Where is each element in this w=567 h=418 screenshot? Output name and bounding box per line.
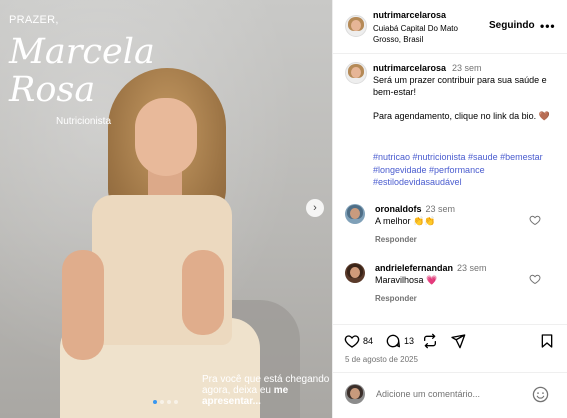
comment-text: Maravilhosa 💗 bbox=[375, 275, 438, 285]
overlay-name: Marcela Rosa bbox=[9, 33, 155, 109]
avatar[interactable] bbox=[345, 15, 367, 37]
comment-item: andrielefernandan 23 sem Maravilhosa 💗 Re… bbox=[333, 263, 567, 323]
heart-icon[interactable] bbox=[344, 333, 360, 349]
add-comment-bar: Adicione um comentário... bbox=[333, 372, 567, 418]
carousel-dot bbox=[167, 400, 171, 404]
comments-section[interactable]: nutrimarcelarosa 23 sem Será um prazer c… bbox=[333, 54, 567, 324]
chevron-right-icon: › bbox=[313, 202, 317, 214]
overlay-name-first: Marcela bbox=[9, 32, 155, 72]
current-user-avatar[interactable] bbox=[345, 384, 365, 404]
emoji-icon[interactable] bbox=[532, 386, 549, 403]
overlay-cta: Pra você que está chegando agora, deixa … bbox=[202, 374, 330, 407]
post-actions: 84 13 5 de agosto de 2025 bbox=[333, 324, 567, 368]
comment-icon[interactable] bbox=[385, 333, 401, 349]
like-count[interactable]: 84 bbox=[363, 336, 373, 346]
header-location[interactable]: Cuiabá Capital Do Mato Grosso, Brasil bbox=[373, 23, 483, 45]
post-header: nutrimarcelarosa Cuiabá Capital Do Mato … bbox=[333, 0, 567, 54]
photo-person-face bbox=[135, 98, 197, 176]
comment-count[interactable]: 13 bbox=[404, 336, 414, 346]
carousel-dot bbox=[153, 400, 157, 404]
following-button[interactable]: Seguindo bbox=[489, 20, 535, 31]
like-comment-heart-icon[interactable] bbox=[529, 214, 541, 226]
reply-button[interactable]: Responder bbox=[375, 294, 417, 303]
reply-button[interactable]: Responder bbox=[375, 235, 417, 244]
photo-person-arm bbox=[62, 250, 104, 360]
post-date: 5 de agosto de 2025 bbox=[345, 355, 418, 364]
add-comment-input[interactable]: Adicione um comentário... bbox=[376, 389, 480, 399]
comment-item: oronaldofs 23 sem A melhor 👏👏 Responder bbox=[333, 204, 567, 264]
comment-header: oronaldofs 23 sem bbox=[375, 204, 455, 214]
save-action[interactable] bbox=[539, 332, 555, 350]
overlay-name-last: Rosa bbox=[9, 70, 96, 110]
header-username[interactable]: nutrimarcelarosa bbox=[373, 10, 446, 20]
repost-icon[interactable] bbox=[422, 333, 438, 349]
overlay-cta-text: Pra você que está chegando agora, deixa … bbox=[202, 374, 330, 396]
caption-hashtags[interactable]: #nutricao #nutricionista #saude #bemesta… bbox=[373, 151, 563, 189]
caption-username[interactable]: nutrimarcelarosa bbox=[373, 63, 446, 73]
repost-action[interactable] bbox=[422, 332, 438, 350]
share-icon[interactable] bbox=[450, 333, 466, 349]
comment-avatar[interactable] bbox=[345, 204, 365, 224]
more-options-icon[interactable]: ••• bbox=[540, 19, 556, 33]
overlay-greeting: PRAZER, bbox=[9, 14, 59, 26]
hashtag-links[interactable]: #nutricao #nutricionista #saude #bemesta… bbox=[373, 152, 543, 187]
post-details-panel: nutrimarcelarosa Cuiabá Capital Do Mato … bbox=[332, 0, 567, 418]
comment-avatar[interactable] bbox=[345, 263, 365, 283]
like-action[interactable]: 84 bbox=[344, 332, 373, 350]
caption-time: 23 sem bbox=[452, 63, 482, 73]
post-image[interactable]: PRAZER, Marcela Rosa Nutricionista Pra v… bbox=[0, 0, 332, 418]
carousel-next-button[interactable]: › bbox=[306, 199, 324, 217]
comment-action[interactable]: 13 bbox=[385, 332, 414, 350]
comment-username[interactable]: andrielefernandan bbox=[375, 263, 453, 273]
caption-avatar[interactable] bbox=[345, 62, 367, 84]
comment-time: 23 sem bbox=[425, 204, 456, 214]
carousel-dot bbox=[174, 400, 178, 404]
comment-header: andrielefernandan 23 sem bbox=[375, 263, 487, 273]
photo-person-arm bbox=[182, 250, 224, 335]
caption-text: Será um prazer contribuir para sua saúde… bbox=[373, 75, 550, 121]
comment-username[interactable]: oronaldofs bbox=[375, 204, 422, 214]
share-action[interactable] bbox=[450, 332, 466, 350]
bookmark-icon[interactable] bbox=[539, 333, 555, 349]
comment-time: 23 sem bbox=[457, 263, 487, 273]
overlay-role: Nutricionista bbox=[56, 116, 112, 127]
carousel-dot bbox=[160, 400, 164, 404]
comment-text: A melhor 👏👏 bbox=[375, 216, 436, 226]
carousel-indicator bbox=[153, 400, 178, 404]
like-comment-heart-icon[interactable] bbox=[529, 273, 541, 285]
